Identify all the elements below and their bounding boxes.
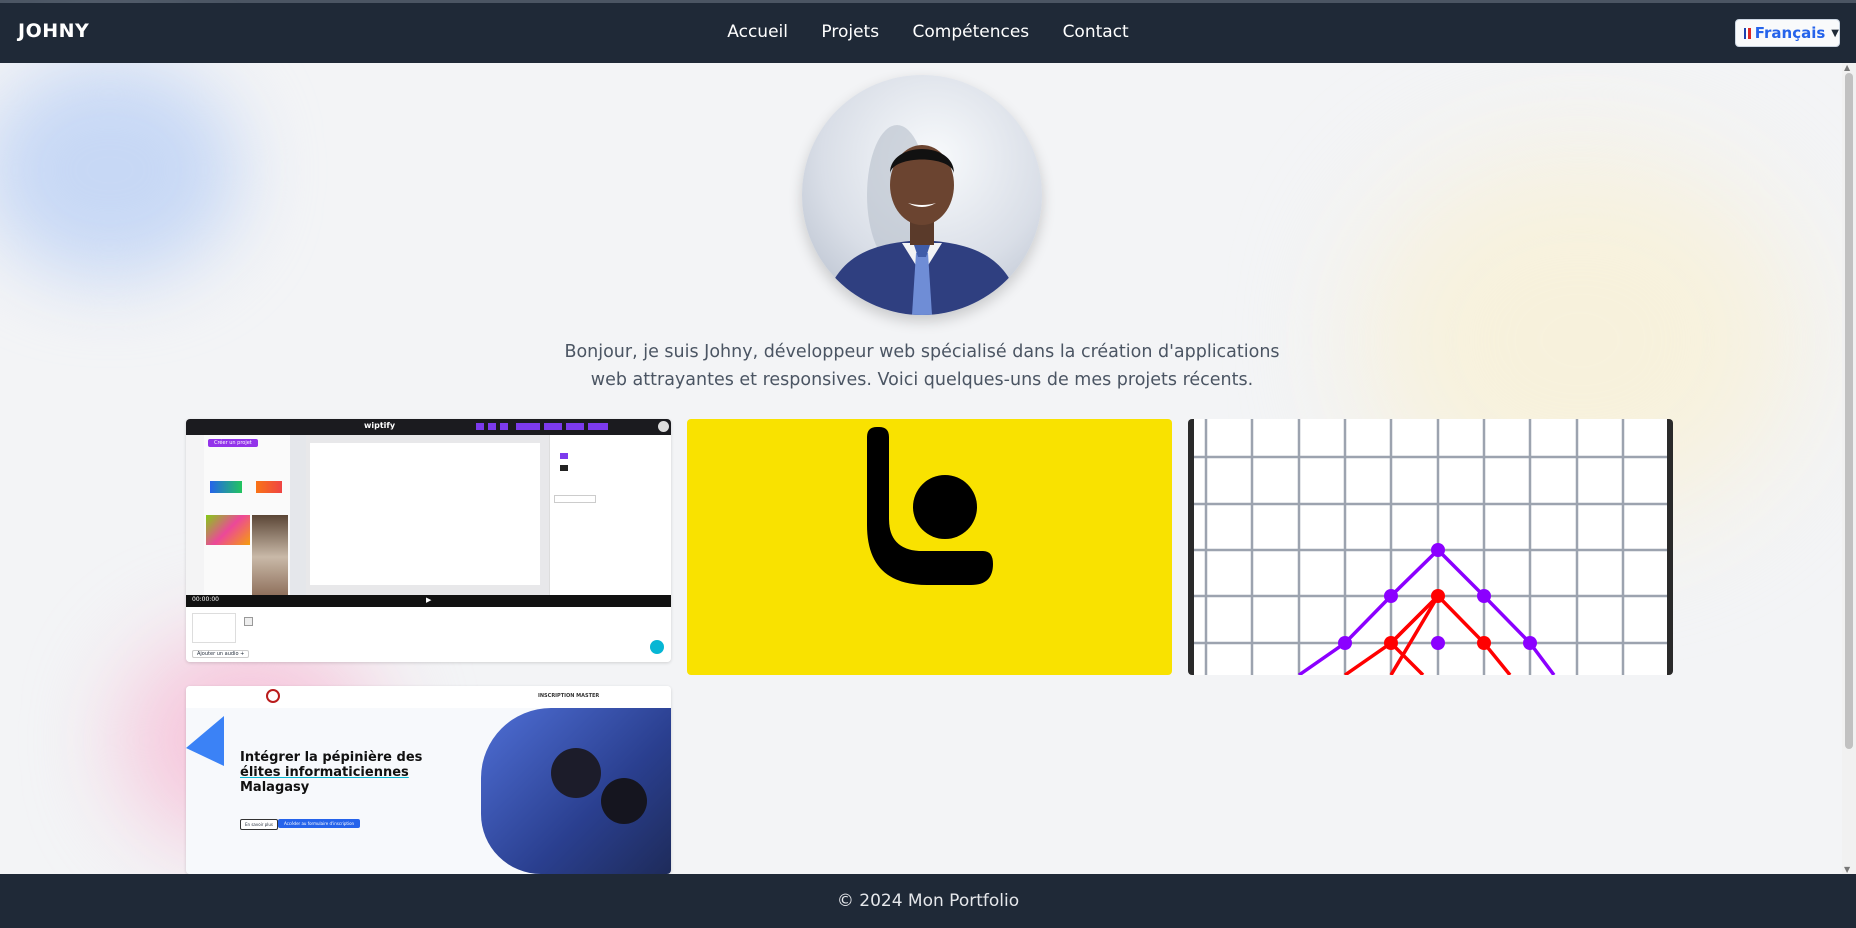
decorative-blob-blue	[0, 60, 240, 280]
nav-link-contact[interactable]: Contact	[1063, 22, 1129, 42]
site-header: JOHNY Accueil Projets Compétences Contac…	[0, 3, 1856, 63]
landing-headline-3: Malagasy	[240, 780, 310, 795]
scrollbar-thumb[interactable]	[1845, 73, 1853, 749]
language-selected-label: Français	[1754, 24, 1826, 42]
editor-properties-panel	[549, 435, 671, 599]
chat-bubble-icon[interactable]	[650, 640, 664, 654]
landing-nav: INSCRIPTION MASTER	[186, 686, 671, 709]
nav-link-accueil[interactable]: Accueil	[727, 22, 788, 42]
triangle-shape-icon	[186, 716, 224, 766]
lb-logo-icon	[867, 427, 993, 585]
editor-playbar: 00:00:00 ▶	[186, 595, 671, 607]
project-card-logo[interactable]	[687, 419, 1172, 675]
nav-link-projets[interactable]: Projets	[821, 22, 879, 42]
school-logo-icon	[266, 689, 280, 703]
editor-top-bar: wiptify	[186, 419, 671, 435]
project-card-landing-page[interactable]: INSCRIPTION MASTER Intégrer la pépinière…	[186, 686, 671, 874]
editor-tool-rail	[186, 435, 205, 599]
landing-nav-link[interactable]: INSCRIPTION MASTER	[538, 693, 599, 699]
footer-copyright: © 2024 Mon Portfolio	[836, 891, 1020, 911]
landing-headline-2: élites informaticiennes	[240, 765, 409, 780]
landing-headline-1: Intégrer la pépinière des	[240, 750, 423, 765]
chevron-down-icon: ▼	[1831, 27, 1839, 39]
intro-text: Bonjour, je suis Johny, développeur web …	[560, 338, 1284, 394]
main-nav: Accueil Projets Compétences Contact	[0, 22, 1856, 42]
editor-timeline: Ajouter un audio +	[186, 607, 671, 662]
scroll-up-icon[interactable]: ▲	[1844, 63, 1850, 72]
editor-app-name: wiptify	[364, 421, 396, 430]
hero-photo	[481, 708, 671, 874]
register-button[interactable]: Accéder au formulaire d'inscription	[278, 819, 361, 828]
editor-canvas[interactable]	[310, 443, 540, 585]
editor-media-panel: Créer un projet	[204, 435, 291, 599]
editor-canvas-area	[306, 435, 549, 599]
scroll-down-icon[interactable]: ▼	[1844, 865, 1850, 874]
project-card-grid-game[interactable]	[1188, 419, 1673, 675]
add-audio-button[interactable]: Ajouter un audio +	[192, 650, 250, 658]
play-icon[interactable]: ▶	[426, 596, 431, 604]
french-flag-icon	[1744, 27, 1751, 39]
site-footer: © 2024 Mon Portfolio	[0, 874, 1856, 928]
intro-line-2: web attrayantes et responsives. Voici qu…	[590, 370, 1254, 390]
grid-diagram	[1194, 419, 1667, 675]
learn-more-button[interactable]: En savoir plus	[240, 819, 278, 830]
create-project-button[interactable]: Créer un projet	[208, 439, 258, 447]
page-scrollbar[interactable]: ▲ ▼	[1842, 63, 1856, 874]
project-card-video-editor[interactable]: wiptify Créer un projet 00:00:00 ▶ Ajout…	[186, 419, 671, 662]
editor-timecode: 00:00:00	[192, 596, 219, 603]
language-select[interactable]: Français ▼	[1735, 19, 1840, 47]
profile-photo	[822, 125, 1022, 315]
profile-avatar	[802, 75, 1042, 315]
intro-line-1: Bonjour, je suis Johny, développeur web …	[564, 342, 1280, 362]
nav-link-competences[interactable]: Compétences	[913, 22, 1030, 42]
